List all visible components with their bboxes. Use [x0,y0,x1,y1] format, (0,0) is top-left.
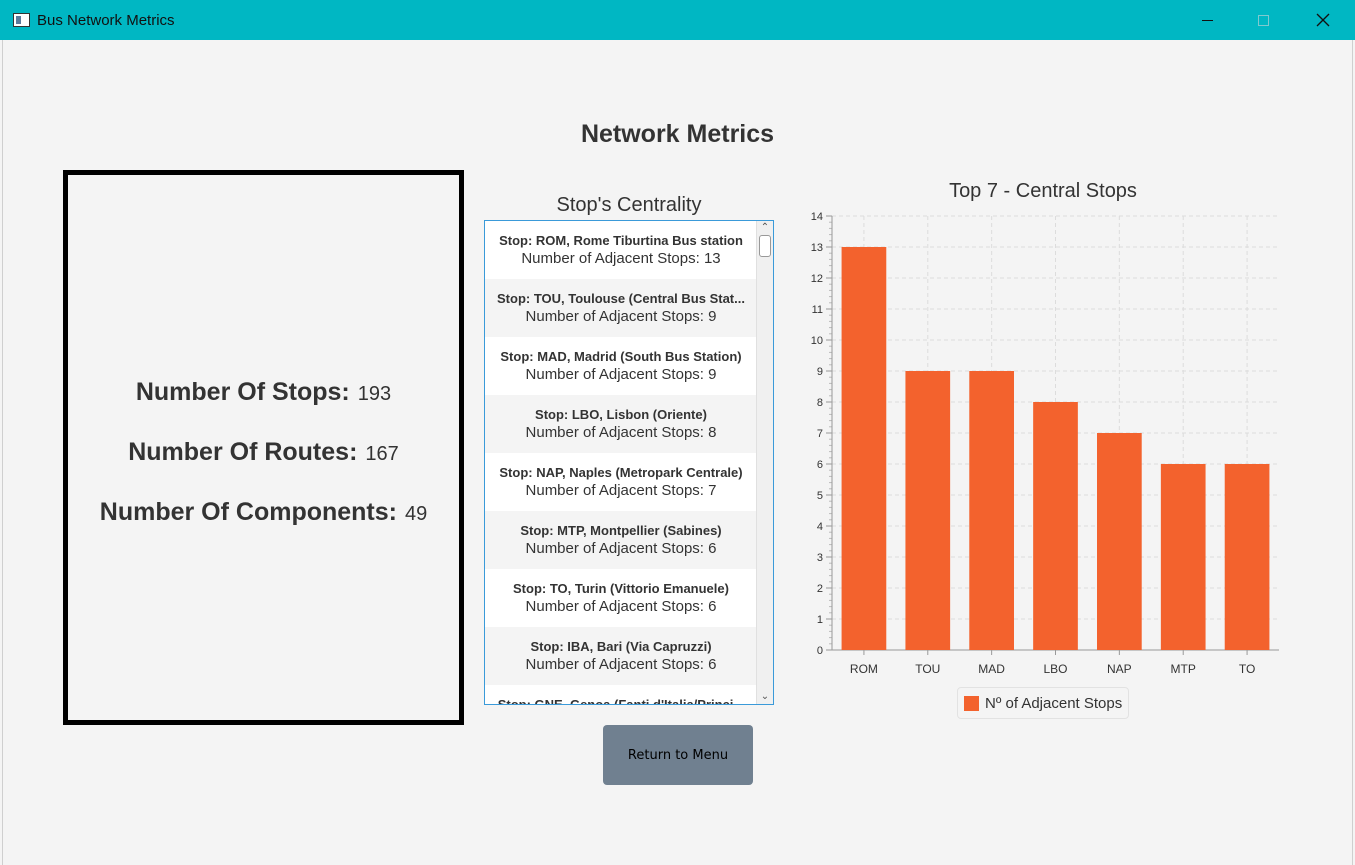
list-item-adjacent-count: Number of Adjacent Stops: 9 [525,366,717,383]
bar-nap [1097,433,1142,650]
y-tick-label: 0 [817,645,823,657]
list-item-stop: Stop: MTP, Montpellier (Sabines) [520,523,722,538]
x-tick-label: NAP [1107,662,1132,676]
y-tick-label: 4 [817,521,823,533]
metric-routes: Number Of Routes: 167 [68,438,459,467]
y-tick-label: 13 [811,242,823,254]
return-to-menu-button[interactable]: Return to Menu [603,725,753,785]
x-tick-label: MAD [978,662,1005,676]
list-item-stop: Stop: MAD, Madrid (South Bus Station) [500,349,742,364]
list-item-adjacent-count: Number of Adjacent Stops: 9 [525,308,717,325]
y-tick-label: 5 [817,490,823,502]
x-tick-label: TOU [915,662,940,676]
x-tick-label: ROM [850,662,878,676]
list-item-stop: Stop: GNE, Genoa (Fanti d'Italia/Princi.… [497,697,745,705]
scroll-down-arrow-icon[interactable]: ⌄ [757,690,773,704]
list-item-stop: Stop: IBA, Bari (Via Capruzzi) [530,639,712,654]
maximize-icon [1257,14,1269,26]
bar-tou [905,371,951,650]
metric-stops-value: 193 [357,383,392,405]
list-item[interactable]: Stop: NAP, Naples (Metropark Centrale) Nu… [485,453,757,511]
window-titlebar: Bus Network Metrics [0,0,1355,40]
minimize-icon [1201,19,1213,21]
y-tick-label: 14 [811,211,823,223]
metric-components: Number Of Components: 49 [68,498,459,527]
legend-swatch [964,695,979,711]
bar-chart: 01234567891011121314ROM TOU MAD LBO NAP MTP TO [811,211,1279,676]
maximize-button[interactable] [1240,0,1286,40]
y-tick-label: 11 [812,304,823,316]
x-tick-label: MTP [1171,662,1196,676]
list-item-adjacent-count: Number of Adjacent Stops: 8 [525,424,717,441]
window-title: Bus Network Metrics [37,12,175,29]
y-tick-label: 12 [811,273,823,285]
bar-lbo [1033,402,1078,650]
list-item-stop: Stop: ROM, Rome Tiburtina Bus station [499,233,743,248]
bar-rom [841,247,887,650]
app-window-icon [13,13,30,27]
list-scrollbar[interactable]: ⌃ ⌄ [756,221,773,704]
metric-stops: Number Of Stops: 193 [68,378,459,407]
centrality-list-items: Stop: ROM, Rome Tiburtina Bus station Num… [485,221,757,705]
close-icon [1316,13,1330,27]
y-tick-label: 8 [817,397,823,409]
y-tick-label: 3 [817,552,823,564]
list-item[interactable]: Stop: ROM, Rome Tiburtina Bus station Num… [485,221,757,279]
list-item[interactable]: Stop: MTP, Montpellier (Sabines) Number o… [485,511,757,569]
list-item[interactable]: Stop: TO, Turin (Vittorio Emanuele) Numbe… [485,569,757,627]
bar-mtp [1160,464,1206,650]
list-item[interactable]: Stop: TOU, Toulouse (Central Bus Stat...… [485,279,757,337]
list-item-adjacent-count: Number of Adjacent Stops: 6 [525,656,717,673]
y-tick-label: 1 [817,614,823,626]
list-item-stop: Stop: TO, Turin (Vittorio Emanuele) [513,581,729,596]
list-item-stop: Stop: TOU, Toulouse (Central Bus Stat... [497,291,745,306]
metric-components-label: Number Of Components: [99,498,397,526]
list-item[interactable]: Stop: GNE, Genoa (Fanti d'Italia/Princi.… [485,685,757,705]
centrality-list[interactable]: Stop: ROM, Rome Tiburtina Bus station Num… [484,220,774,705]
bar-to [1224,464,1270,650]
metric-routes-value: 167 [365,443,399,465]
bar-mad [969,371,1014,650]
chart-legend: Nº of Adjacent Stops [957,687,1130,719]
list-item-adjacent-count: Number of Adjacent Stops: 13 [521,250,721,267]
chart-title: Top 7 - Central Stops [949,180,1137,202]
legend-label: Nº of Adjacent Stops [985,694,1123,712]
list-item-adjacent-count: Number of Adjacent Stops: 7 [525,482,717,499]
metrics-panel: Number Of Stops: 193 Number Of Routes: 167… [63,170,464,725]
metric-routes-label: Number Of Routes: [128,438,358,466]
x-tick-label: LBO [1043,662,1067,676]
list-item[interactable]: Stop: LBO, Lisbon (Oriente) Number of Adj… [485,395,757,453]
centrality-title: Stop's Centrality [556,194,702,216]
y-tick-label: 9 [817,366,823,378]
close-button[interactable] [1300,0,1346,40]
list-item[interactable]: Stop: IBA, Bari (Via Capruzzi) Number of … [485,627,757,685]
page-title: Network Metrics [580,120,775,148]
list-item-stop: Stop: NAP, Naples (Metropark Centrale) [499,465,743,480]
metric-components-value: 49 [404,503,428,525]
y-tick-label: 7 [817,428,823,440]
list-item-adjacent-count: Number of Adjacent Stops: 6 [525,540,717,557]
list-item-stop: Stop: LBO, Lisbon (Oriente) [535,407,707,422]
x-tick-label: TO [1239,662,1255,676]
y-tick-label: 6 [817,459,823,471]
metric-stops-label: Number Of Stops: [135,378,350,406]
y-tick-label: 10 [811,335,823,347]
y-tick-label: 2 [817,583,823,595]
list-item[interactable]: Stop: MAD, Madrid (South Bus Station) Num… [485,337,757,395]
list-item-adjacent-count: Number of Adjacent Stops: 6 [525,598,717,615]
scroll-thumb[interactable] [759,235,771,257]
minimize-button[interactable] [1184,0,1230,40]
scroll-up-arrow-icon[interactable]: ⌃ [757,221,773,235]
